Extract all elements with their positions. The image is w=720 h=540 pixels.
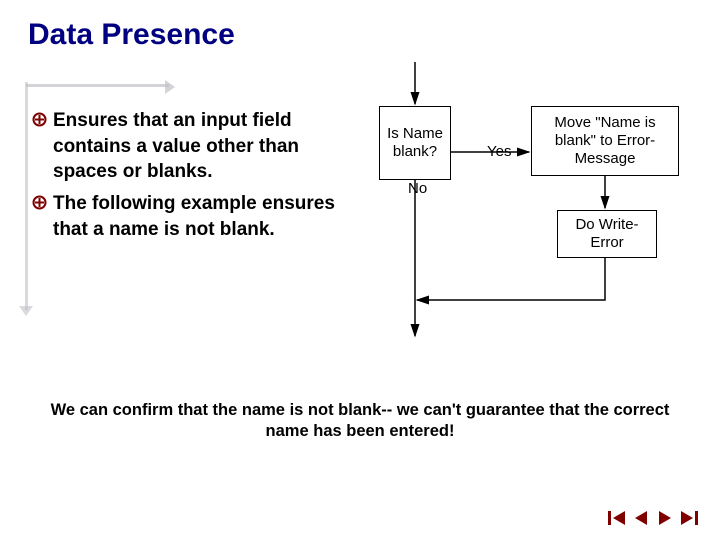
- flow-process-text: Move "Name is blank" to Error-Message: [538, 114, 672, 168]
- bullet-text: The following example ensures that a nam…: [53, 191, 352, 242]
- list-item: The following example ensures that a nam…: [32, 191, 352, 242]
- flow-decision: Is Name blank?: [379, 106, 451, 180]
- footnote-text: We can confirm that the name is not blan…: [0, 400, 720, 443]
- nav-next-icon: [655, 509, 675, 527]
- nav-last-icon: [679, 509, 699, 527]
- nav-controls: [606, 508, 700, 528]
- flowchart-arrows: [350, 62, 700, 342]
- flow-process-write: Do Write-Error: [557, 210, 657, 258]
- list-item: Ensures that an input field contains a v…: [32, 108, 352, 185]
- nav-first-icon: [607, 509, 627, 527]
- nav-first-button[interactable]: [606, 508, 628, 528]
- title-underline-arrow: [26, 84, 169, 90]
- left-vertical-arrow: [24, 82, 30, 310]
- bullet-list: Ensures that an input field contains a v…: [32, 108, 352, 248]
- slide: Data Presence Ensures that an input fiel…: [0, 0, 720, 540]
- flow-decision-text: Is Name blank?: [386, 125, 444, 161]
- flow-process-text: Do Write-Error: [564, 216, 650, 252]
- nav-prev-button[interactable]: [630, 508, 652, 528]
- flow-label-yes: Yes: [487, 143, 511, 160]
- flow-label-no: No: [408, 180, 427, 197]
- bullet-text: Ensures that an input field contains a v…: [53, 108, 352, 185]
- flowchart: Is Name blank? Move "Name is blank" to E…: [350, 62, 700, 342]
- flow-process-move: Move "Name is blank" to Error-Message: [531, 106, 679, 176]
- bullet-icon: [32, 195, 47, 215]
- nav-prev-icon: [631, 509, 651, 527]
- page-title: Data Presence: [28, 18, 692, 52]
- bullet-icon: [32, 112, 47, 132]
- nav-next-button[interactable]: [654, 508, 676, 528]
- nav-last-button[interactable]: [678, 508, 700, 528]
